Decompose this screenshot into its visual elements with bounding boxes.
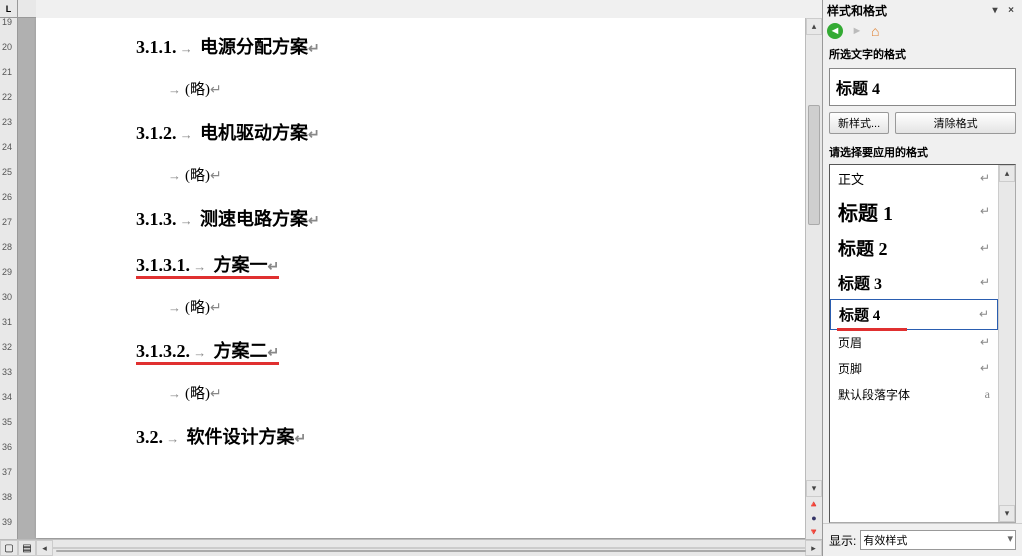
style-item-页眉[interactable]: 页眉↵ [830,330,998,356]
style-item-标题2[interactable]: 标题 2↵ [830,231,998,266]
vscroll-track[interactable] [806,35,822,480]
scroll-right-button[interactable]: ▸ [805,540,822,556]
selected-text-format-label: 所选文字的格式 [823,42,1022,66]
horizontal-ruler[interactable]: 6422468101214161820222426283032343638404… [18,0,36,18]
view-buttons: ▢ ▤ [0,540,36,556]
style-item-正文[interactable]: 正文↵ [830,165,998,193]
vertical-scrollbar[interactable]: ▴ ▾ 🔺 ● 🔻 [805,18,822,539]
horizontal-ruler-row: L 64224681012141618202224262830323436384… [0,0,822,18]
back-icon[interactable]: ◄ [827,23,843,39]
next-page-button[interactable]: 🔻 [806,525,822,539]
styles-panel: 样式和格式 ▾ × ◄ ► ⌂ 所选文字的格式 标题 4 新样式... 清除格式… [822,0,1022,556]
style-item-默认段落字体[interactable]: 默认段落字体a [830,382,998,408]
heading-h4[interactable]: 3.1.2. → 电机驱动方案↵ [136,110,746,157]
scroll-down-button[interactable]: ▾ [806,480,822,497]
panel-close-button[interactable]: × [1004,3,1018,17]
heading-h4[interactable]: 3.1.1. → 电源分配方案↵ [136,24,746,71]
show-label: 显示: [829,532,856,549]
heading-h4[interactable]: 3.2. → 软件设计方案↵ [136,414,746,461]
vscroll-thumb[interactable] [808,105,820,225]
style-item-标题1[interactable]: 标题 1↵ [830,193,998,231]
current-style-display[interactable]: 标题 4 [829,68,1016,106]
style-item-标题3[interactable]: 标题 3↵ [830,266,998,299]
scroll-up-button[interactable]: ▴ [806,18,822,35]
vertical-ruler[interactable]: 1920212223242526272829303132333435363738… [0,18,18,539]
body-paragraph[interactable]: →(略)↵ [168,157,746,196]
prev-page-button[interactable]: 🔺 [806,497,822,511]
panel-titlebar: 样式和格式 ▾ × [823,0,1022,20]
panel-title: 样式和格式 [827,2,887,19]
new-style-button[interactable]: 新样式... [829,112,889,134]
heading-h4[interactable]: 3.1.3. → 测速电路方案↵ [136,196,746,243]
hscroll-thumb[interactable] [56,550,806,552]
horizontal-scrollbar-row: ▢ ▤ ◂ ▸ [0,539,822,556]
normal-view-button[interactable]: ▢ [0,540,18,556]
style-item-页脚[interactable]: 页脚↵ [830,356,998,382]
panel-toolbar: ◄ ► ⌂ [823,20,1022,42]
style-list-scrollbar[interactable]: ▴ ▾ [998,165,1015,522]
panel-menu-button[interactable]: ▾ [988,3,1002,17]
style-scroll-up[interactable]: ▴ [999,165,1015,182]
style-item-标题4[interactable]: 标题 4↵ [830,299,998,330]
show-filter-select[interactable]: 有效样式 ▾ [860,530,1016,550]
body-paragraph[interactable]: →(略)↵ [168,375,746,414]
page-view-button[interactable]: ▤ [18,540,36,556]
page[interactable]: 3.1.1. → 电源分配方案↵→(略)↵3.1.2. → 电机驱动方案↵→(略… [36,18,805,538]
style-scroll-down[interactable]: ▾ [999,505,1015,522]
apply-format-label: 请选择要应用的格式 [823,140,1022,164]
style-list: 正文↵标题 1↵标题 2↵标题 3↵标题 4↵页眉↵页脚↵默认段落字体a ▴ ▾ [829,164,1016,523]
panel-button-row: 新样式... 清除格式 [823,112,1022,140]
scroll-left-button[interactable]: ◂ [36,540,53,556]
panel-bottom-row: 显示: 有效样式 ▾ [823,523,1022,556]
editor-zone: L 64224681012141618202224262830323436384… [0,0,822,556]
body-paragraph[interactable]: →(略)↵ [168,289,746,328]
document-area: 1920212223242526272829303132333435363738… [0,18,822,539]
heading-h5[interactable]: 3.1.3.2. → 方案二↵ [136,328,279,375]
ruler-corner: L [0,0,18,18]
clear-format-button[interactable]: 清除格式 [895,112,1016,134]
home-icon[interactable]: ⌂ [871,23,879,39]
heading-h5[interactable]: 3.1.3.1. → 方案一↵ [136,242,279,289]
forward-icon[interactable]: ► [849,23,865,39]
browse-object-button[interactable]: ● [806,511,822,525]
document-viewport[interactable]: 3.1.1. → 电源分配方案↵→(略)↵3.1.2. → 电机驱动方案↵→(略… [18,18,805,539]
hscroll-track[interactable] [53,547,805,549]
body-paragraph[interactable]: →(略)↵ [168,71,746,110]
